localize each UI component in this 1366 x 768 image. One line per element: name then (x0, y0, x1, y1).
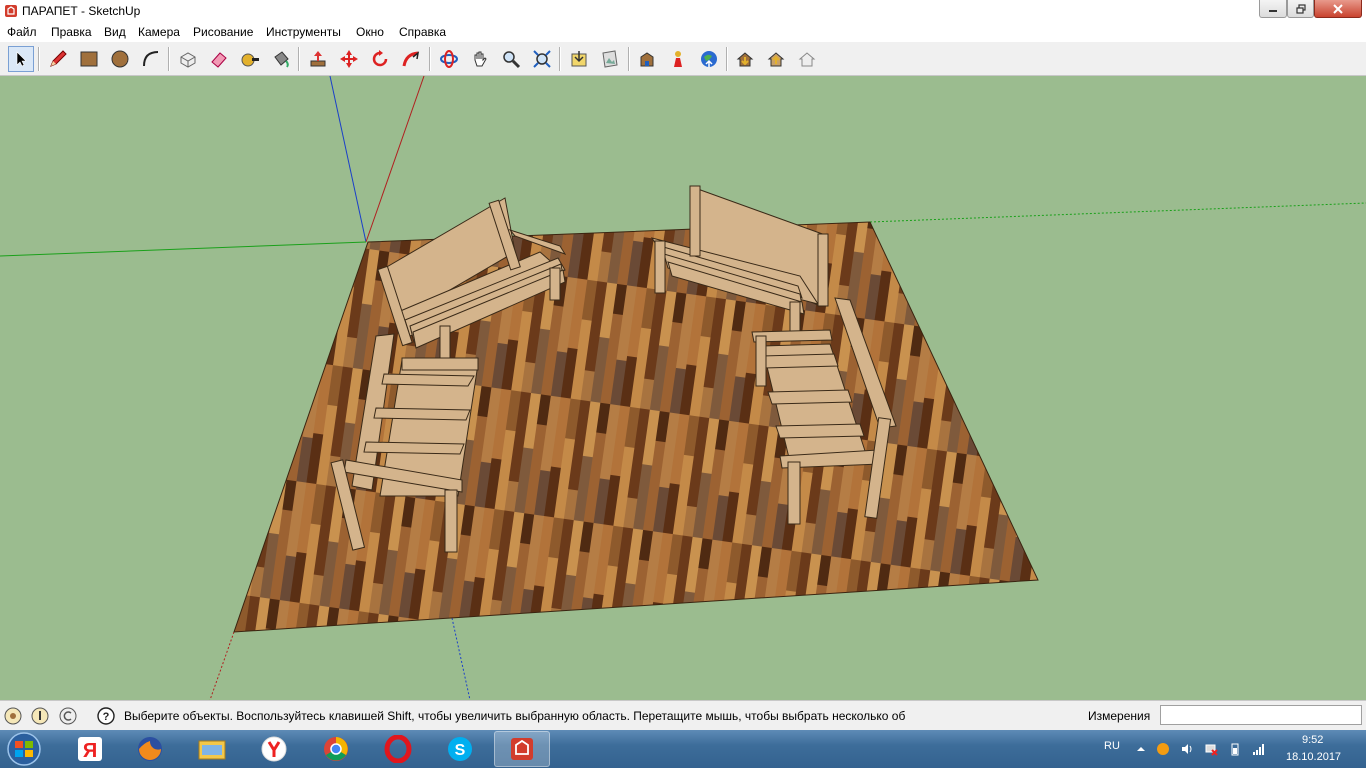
signal-icon[interactable] (1252, 742, 1266, 756)
photo-textures-icon[interactable] (597, 46, 623, 72)
measurements-input[interactable] (1160, 705, 1362, 725)
network-icon[interactable] (1204, 742, 1218, 756)
close-button[interactable] (1314, 0, 1362, 18)
measurements-label: Измерения (1088, 709, 1151, 723)
menu-edit[interactable]: Правка (51, 25, 92, 39)
wooden-floor[interactable] (233, 221, 1039, 633)
red-axis-dotted (209, 631, 235, 700)
orbit-tool-icon[interactable] (436, 46, 462, 72)
add-location-icon[interactable] (566, 46, 592, 72)
sketchup-taskbar-icon[interactable] (494, 731, 550, 767)
minimize-button[interactable] (1259, 0, 1287, 18)
restore-button[interactable] (1287, 0, 1314, 18)
menu-help[interactable]: Справка (399, 25, 446, 39)
status-hint: Выберите объекты. Воспользуйтесь клавише… (124, 709, 906, 723)
select-tool-icon[interactable] (8, 46, 34, 72)
yandex-icon[interactable]: Я (62, 731, 118, 767)
menu-bar: Файл Правка Вид Камера Рисование Инструм… (0, 22, 1366, 42)
clock-date[interactable]: 18.10.2017 (1286, 751, 1341, 763)
zoom-extents-icon[interactable] (529, 46, 555, 72)
menu-draw[interactable]: Рисование (193, 25, 253, 39)
help-icon[interactable]: ? (97, 707, 115, 725)
skype-icon[interactable]: S (432, 731, 488, 767)
toolbar-separator (298, 47, 300, 71)
pan-tool-icon[interactable] (467, 46, 493, 72)
toolbar-separator (168, 47, 170, 71)
main-toolbar (0, 42, 1366, 76)
file-explorer-icon[interactable] (184, 731, 240, 767)
status-bar: ? Выберите объекты. Воспользуйтесь клави… (0, 700, 1366, 730)
model-viewport[interactable] (0, 76, 1366, 700)
paint-bucket-icon[interactable] (268, 46, 294, 72)
restore-icon (1295, 3, 1306, 14)
avast-icon[interactable] (1156, 742, 1170, 756)
eraser-tool-icon[interactable] (206, 46, 232, 72)
extension-warehouse-icon[interactable] (665, 46, 691, 72)
green-axis-dotted (869, 202, 1366, 223)
scene-canvas[interactable] (0, 76, 1366, 700)
svg-text:S: S (455, 742, 466, 759)
rectangle-tool-icon[interactable] (76, 46, 102, 72)
share-model-icon[interactable] (732, 46, 758, 72)
menu-window[interactable]: Окно (356, 25, 384, 39)
menu-view[interactable]: Вид (104, 25, 126, 39)
user-account-icon[interactable] (59, 707, 77, 725)
yandex-browser-icon[interactable] (246, 731, 302, 767)
3d-text-icon[interactable] (794, 46, 820, 72)
blue-axis (329, 76, 367, 243)
show-hidden-icons-icon[interactable] (1134, 742, 1148, 756)
earth-icon[interactable] (696, 46, 722, 72)
title-bar: ПАРАПЕТ - SketchUp (0, 0, 1366, 22)
menu-camera[interactable]: Камера (138, 25, 180, 39)
minimize-icon (1269, 9, 1277, 12)
menu-file[interactable]: Файл (7, 25, 37, 39)
arc-tool-icon[interactable] (138, 46, 164, 72)
clock-time[interactable]: 9:52 (1302, 734, 1323, 746)
firefox-icon[interactable] (122, 731, 178, 767)
language-indicator[interactable]: RU (1104, 740, 1120, 752)
toolbar-separator (38, 47, 40, 71)
chrome-icon[interactable] (308, 731, 364, 767)
toolbar-separator (429, 47, 431, 71)
toolbar-separator (559, 47, 561, 71)
opera-icon[interactable] (370, 731, 426, 767)
red-axis (365, 76, 425, 243)
green-axis (0, 241, 367, 257)
pencil-tool-icon[interactable] (45, 46, 71, 72)
battery-icon[interactable] (1228, 742, 1242, 756)
window-title: ПАРАПЕТ - SketchUp (22, 4, 141, 18)
svg-text:Я: Я (83, 740, 97, 762)
toolbar-separator (726, 47, 728, 71)
push-pull-icon[interactable] (305, 46, 331, 72)
get-models-icon[interactable] (634, 46, 660, 72)
credits-icon[interactable] (31, 707, 49, 725)
sketchup-icon (5, 5, 17, 17)
move-tool-icon[interactable] (336, 46, 362, 72)
circle-tool-icon[interactable] (107, 46, 133, 72)
close-icon (1333, 3, 1343, 14)
windows-taskbar: Я S RU 9:52 18.10.2017 (0, 730, 1366, 768)
tape-measure-icon[interactable] (237, 46, 263, 72)
geo-location-icon[interactable] (4, 707, 22, 725)
rotate-tool-icon[interactable] (367, 46, 393, 72)
volume-icon[interactable] (1180, 742, 1194, 756)
share-component-icon[interactable] (763, 46, 789, 72)
blue-axis-dotted (451, 617, 471, 700)
svg-text:?: ? (103, 711, 110, 723)
zoom-tool-icon[interactable] (498, 46, 524, 72)
toolbar-separator (628, 47, 630, 71)
start-button[interactable] (4, 731, 44, 767)
menu-tools[interactable]: Инструменты (266, 25, 341, 39)
make-component-icon[interactable] (175, 46, 201, 72)
follow-me-icon[interactable] (398, 46, 424, 72)
